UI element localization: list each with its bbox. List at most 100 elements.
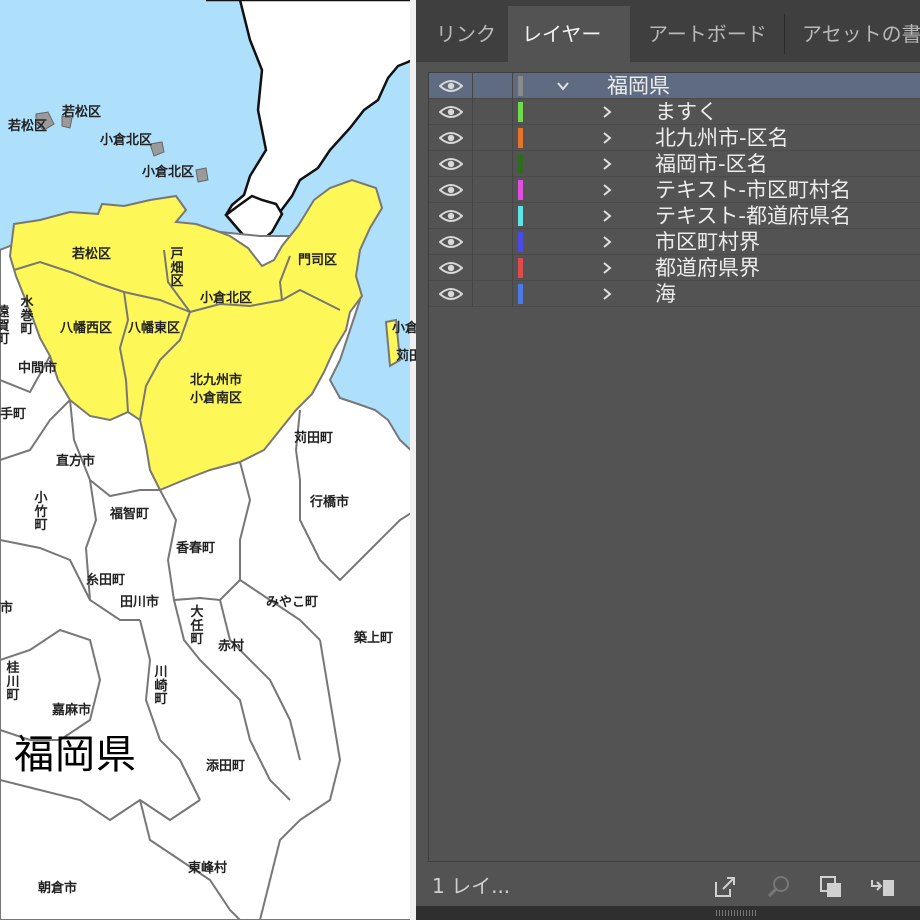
layer-color-swatch (518, 206, 523, 226)
map-label-tagawa: 田川市 (120, 595, 160, 610)
map-label-tobata: 戸畑区 (170, 247, 184, 290)
move-to-layer-icon[interactable] (870, 874, 896, 900)
map-label-yukuhashi: 行橋市 (310, 495, 350, 510)
layer-color-swatch (518, 232, 523, 252)
layer-count: 1 レイ... (432, 874, 511, 898)
chevron-right-icon[interactable] (601, 184, 613, 196)
layer-row[interactable]: 海 (429, 281, 920, 307)
layer-name[interactable]: ますく (655, 99, 718, 125)
layer-row[interactable]: 福岡市-区名 (429, 151, 920, 177)
column-divider (512, 229, 513, 255)
column-divider (472, 99, 473, 125)
map-label-kama: 嘉麻市 (52, 703, 92, 718)
map-label-kanda: 苅田町 (294, 431, 334, 446)
chevron-right-icon[interactable] (601, 210, 613, 222)
map-label-moji: 門司区 (298, 253, 338, 268)
eye-icon[interactable] (439, 104, 463, 120)
map-label-yahatanishi: 八幡西区 (60, 321, 113, 336)
layer-color-swatch (518, 76, 523, 96)
layer-row[interactable]: 都道府県界 (429, 255, 920, 281)
column-divider (512, 203, 513, 229)
panel-tab-bar: リンク レイヤー アートボード アセットの書 (416, 0, 920, 62)
map-label-yahatahigashi: 八幡東区 (128, 321, 181, 336)
export-icon[interactable] (712, 874, 738, 900)
locate-object-icon[interactable] (766, 874, 792, 900)
layer-row[interactable]: ますく (429, 99, 920, 125)
column-divider (512, 151, 513, 177)
map-label-akamura: 赤村 (218, 639, 245, 654)
column-divider (512, 281, 513, 307)
map-label-wakamatsu-island-1: 若松区 (8, 119, 48, 134)
layers-panel: リンク レイヤー アートボード アセットの書 福岡県 ますく 北九州市-区名 福… (416, 0, 920, 920)
layer-name[interactable]: 都道府県界 (655, 255, 760, 281)
map-label-kanda-edge: 苅田 (396, 349, 416, 364)
make-clipping-mask-icon[interactable] (818, 874, 844, 900)
chevron-right-icon[interactable] (601, 158, 613, 170)
chevron-right-icon[interactable] (601, 132, 613, 144)
map-label-keisen: 桂川町 (6, 661, 20, 704)
chevron-right-icon[interactable] (601, 288, 613, 300)
column-divider (472, 177, 473, 203)
layer-row[interactable]: 福岡県 (429, 73, 920, 99)
map-label-oto: 大任町 (190, 605, 204, 648)
map-canvas[interactable]: 若松区 若松区 小倉北区 小倉北区 若松区 戸畑区 門司区 水巻町 遠賀町 小倉… (0, 0, 416, 920)
layer-name[interactable]: 北九州市-区名 (655, 125, 789, 151)
eye-icon[interactable] (439, 234, 463, 250)
layer-row[interactable]: 北九州市-区名 (429, 125, 920, 151)
map-label-kokurakita: 小倉北区 (200, 291, 253, 306)
map-label-kawara: 香春町 (176, 541, 216, 556)
resize-grip[interactable] (716, 910, 756, 916)
panel-resize-bar[interactable] (416, 906, 920, 920)
eye-icon[interactable] (439, 260, 463, 276)
tab-divider (784, 14, 785, 54)
map-label-kawasaki: 川崎町 (154, 665, 168, 708)
layer-list[interactable]: 福岡県 ますく 北九州市-区名 福岡市-区名 テキスト-市区町村名 テキスト-都… (428, 72, 920, 862)
column-divider (512, 255, 513, 281)
eye-icon[interactable] (439, 78, 463, 94)
column-divider (512, 73, 513, 99)
map-label-kokurakita-island-1: 小倉北区 (100, 133, 153, 148)
eye-icon[interactable] (439, 156, 463, 172)
eye-icon[interactable] (439, 130, 463, 146)
map-label-kurate-edge: 手町 (0, 407, 27, 422)
map-label-kokura-east-edge: 小倉 (392, 321, 416, 336)
map-label-mizumaki: 水巻町 (20, 295, 34, 338)
chevron-right-icon[interactable] (601, 236, 613, 248)
eye-icon[interactable] (439, 208, 463, 224)
chevron-down-icon[interactable] (557, 80, 569, 92)
eye-icon[interactable] (439, 286, 463, 302)
column-divider (472, 229, 473, 255)
map-label-wakamatsu-island-2: 若松区 (62, 105, 102, 120)
layer-row[interactable]: テキスト-市区町村名 (429, 177, 920, 203)
layer-row[interactable]: 市区町村界 (429, 229, 920, 255)
layer-name[interactable]: 市区町村界 (655, 229, 760, 255)
layer-color-swatch (518, 180, 523, 200)
layer-name[interactable]: 福岡市-区名 (655, 151, 768, 177)
layer-color-swatch (518, 154, 523, 174)
column-divider (472, 125, 473, 151)
layer-name[interactable]: テキスト-都道府県名 (655, 203, 851, 229)
eye-icon[interactable] (439, 182, 463, 198)
layer-color-swatch (518, 128, 523, 148)
tab-layers[interactable]: レイヤー (508, 6, 630, 62)
tab-artboards[interactable]: アートボード (634, 6, 781, 62)
column-divider (472, 151, 473, 177)
column-divider (472, 73, 473, 99)
layer-name[interactable]: テキスト-市区町村名 (655, 177, 851, 203)
map-label-miyako: みやこ町 (266, 595, 319, 610)
chevron-right-icon[interactable] (601, 262, 613, 274)
tab-asset-export[interactable]: アセットの書 (788, 6, 920, 62)
panel-footer: 1 レイ... (416, 862, 920, 912)
map-label-nogata: 直方市 (56, 454, 96, 469)
column-divider (512, 125, 513, 151)
tab-links[interactable]: リンク (422, 6, 510, 62)
chevron-right-icon[interactable] (601, 106, 613, 118)
column-divider (512, 99, 513, 125)
layer-color-swatch (518, 258, 523, 278)
column-divider (512, 177, 513, 203)
layer-name[interactable]: 福岡県 (607, 73, 670, 99)
layer-name[interactable]: 海 (655, 281, 676, 307)
layer-row[interactable]: テキスト-都道府県名 (429, 203, 920, 229)
map-label-nakama: 中間市 (18, 361, 58, 376)
map-label-chikujo: 築上町 (354, 631, 394, 646)
